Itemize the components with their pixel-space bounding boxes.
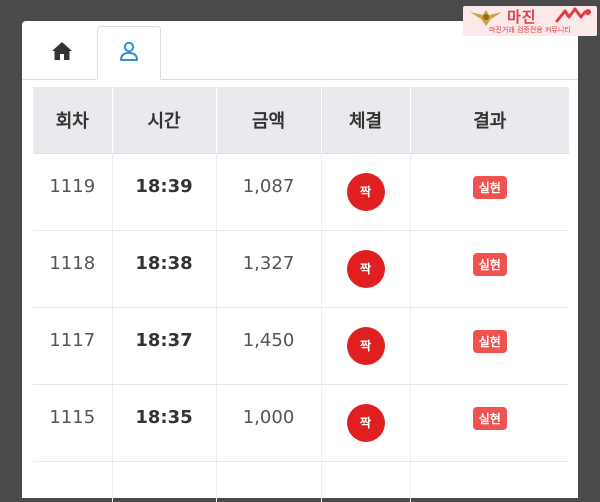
- result-badge: 실현: [473, 407, 507, 430]
- table-row: 1115 18:35 1,000 짝 실현: [33, 385, 569, 462]
- time-cell: 18:35: [112, 385, 216, 462]
- amount-cell: 1,087: [216, 154, 321, 231]
- tab-user[interactable]: [97, 26, 161, 80]
- time-cell: 18:38: [112, 231, 216, 308]
- fill-cell: 짝: [321, 385, 410, 462]
- empty-cell: [410, 462, 569, 502]
- result-cell: 실현: [410, 154, 569, 231]
- header-round: 회차: [33, 87, 112, 154]
- main-panel: 회차 시간 금액 체결 결과 1119 18:39 1,087 짝 실현 111…: [22, 21, 578, 498]
- round-cell: 1119: [33, 154, 112, 231]
- results-table: 회차 시간 금액 체결 결과 1119 18:39 1,087 짝 실현 111…: [33, 87, 569, 502]
- result-badge: 실현: [473, 330, 507, 353]
- empty-cell: [321, 462, 410, 502]
- amount-cell: 1,327: [216, 231, 321, 308]
- result-badge: 실현: [473, 176, 507, 199]
- result-badge: 실현: [473, 253, 507, 276]
- fill-cell: 짝: [321, 154, 410, 231]
- table-row: 1117 18:37 1,450 짝 실현: [33, 308, 569, 385]
- fill-circle: 짝: [347, 404, 385, 442]
- time-cell: 18:37: [112, 308, 216, 385]
- empty-row: [33, 462, 569, 502]
- user-icon: [119, 41, 139, 65]
- site-logo: 마진 마진거래 검증전용 커뮤니티: [463, 6, 597, 36]
- fill-cell: 짝: [321, 308, 410, 385]
- fill-cell: 짝: [321, 231, 410, 308]
- table-row: 1119 18:39 1,087 짝 실현: [33, 154, 569, 231]
- result-cell: 실현: [410, 231, 569, 308]
- empty-cell: [112, 462, 216, 502]
- empty-cell: [216, 462, 321, 502]
- fill-circle: 짝: [347, 173, 385, 211]
- result-cell: 실현: [410, 385, 569, 462]
- home-icon: [51, 41, 73, 65]
- table-row: 1118 18:38 1,327 짝 실현: [33, 231, 569, 308]
- logo-title: 마진: [507, 6, 537, 27]
- round-cell: 1118: [33, 231, 112, 308]
- table-header-row: 회차 시간 금액 체결 결과: [33, 87, 569, 154]
- amount-cell: 1,450: [216, 308, 321, 385]
- header-result: 결과: [410, 87, 569, 154]
- tab-home[interactable]: [30, 26, 94, 79]
- logo-mark-icon: [555, 7, 593, 25]
- result-cell: 실현: [410, 308, 569, 385]
- logo-subtitle: 마진거래 검증전용 커뮤니티: [489, 25, 571, 35]
- empty-cell: [33, 462, 112, 502]
- time-cell: 18:39: [112, 154, 216, 231]
- header-fill: 체결: [321, 87, 410, 154]
- fill-circle: 짝: [347, 327, 385, 365]
- fill-circle: 짝: [347, 250, 385, 288]
- round-cell: 1117: [33, 308, 112, 385]
- header-amount: 금액: [216, 87, 321, 154]
- round-cell: 1115: [33, 385, 112, 462]
- amount-cell: 1,000: [216, 385, 321, 462]
- header-time: 시간: [112, 87, 216, 154]
